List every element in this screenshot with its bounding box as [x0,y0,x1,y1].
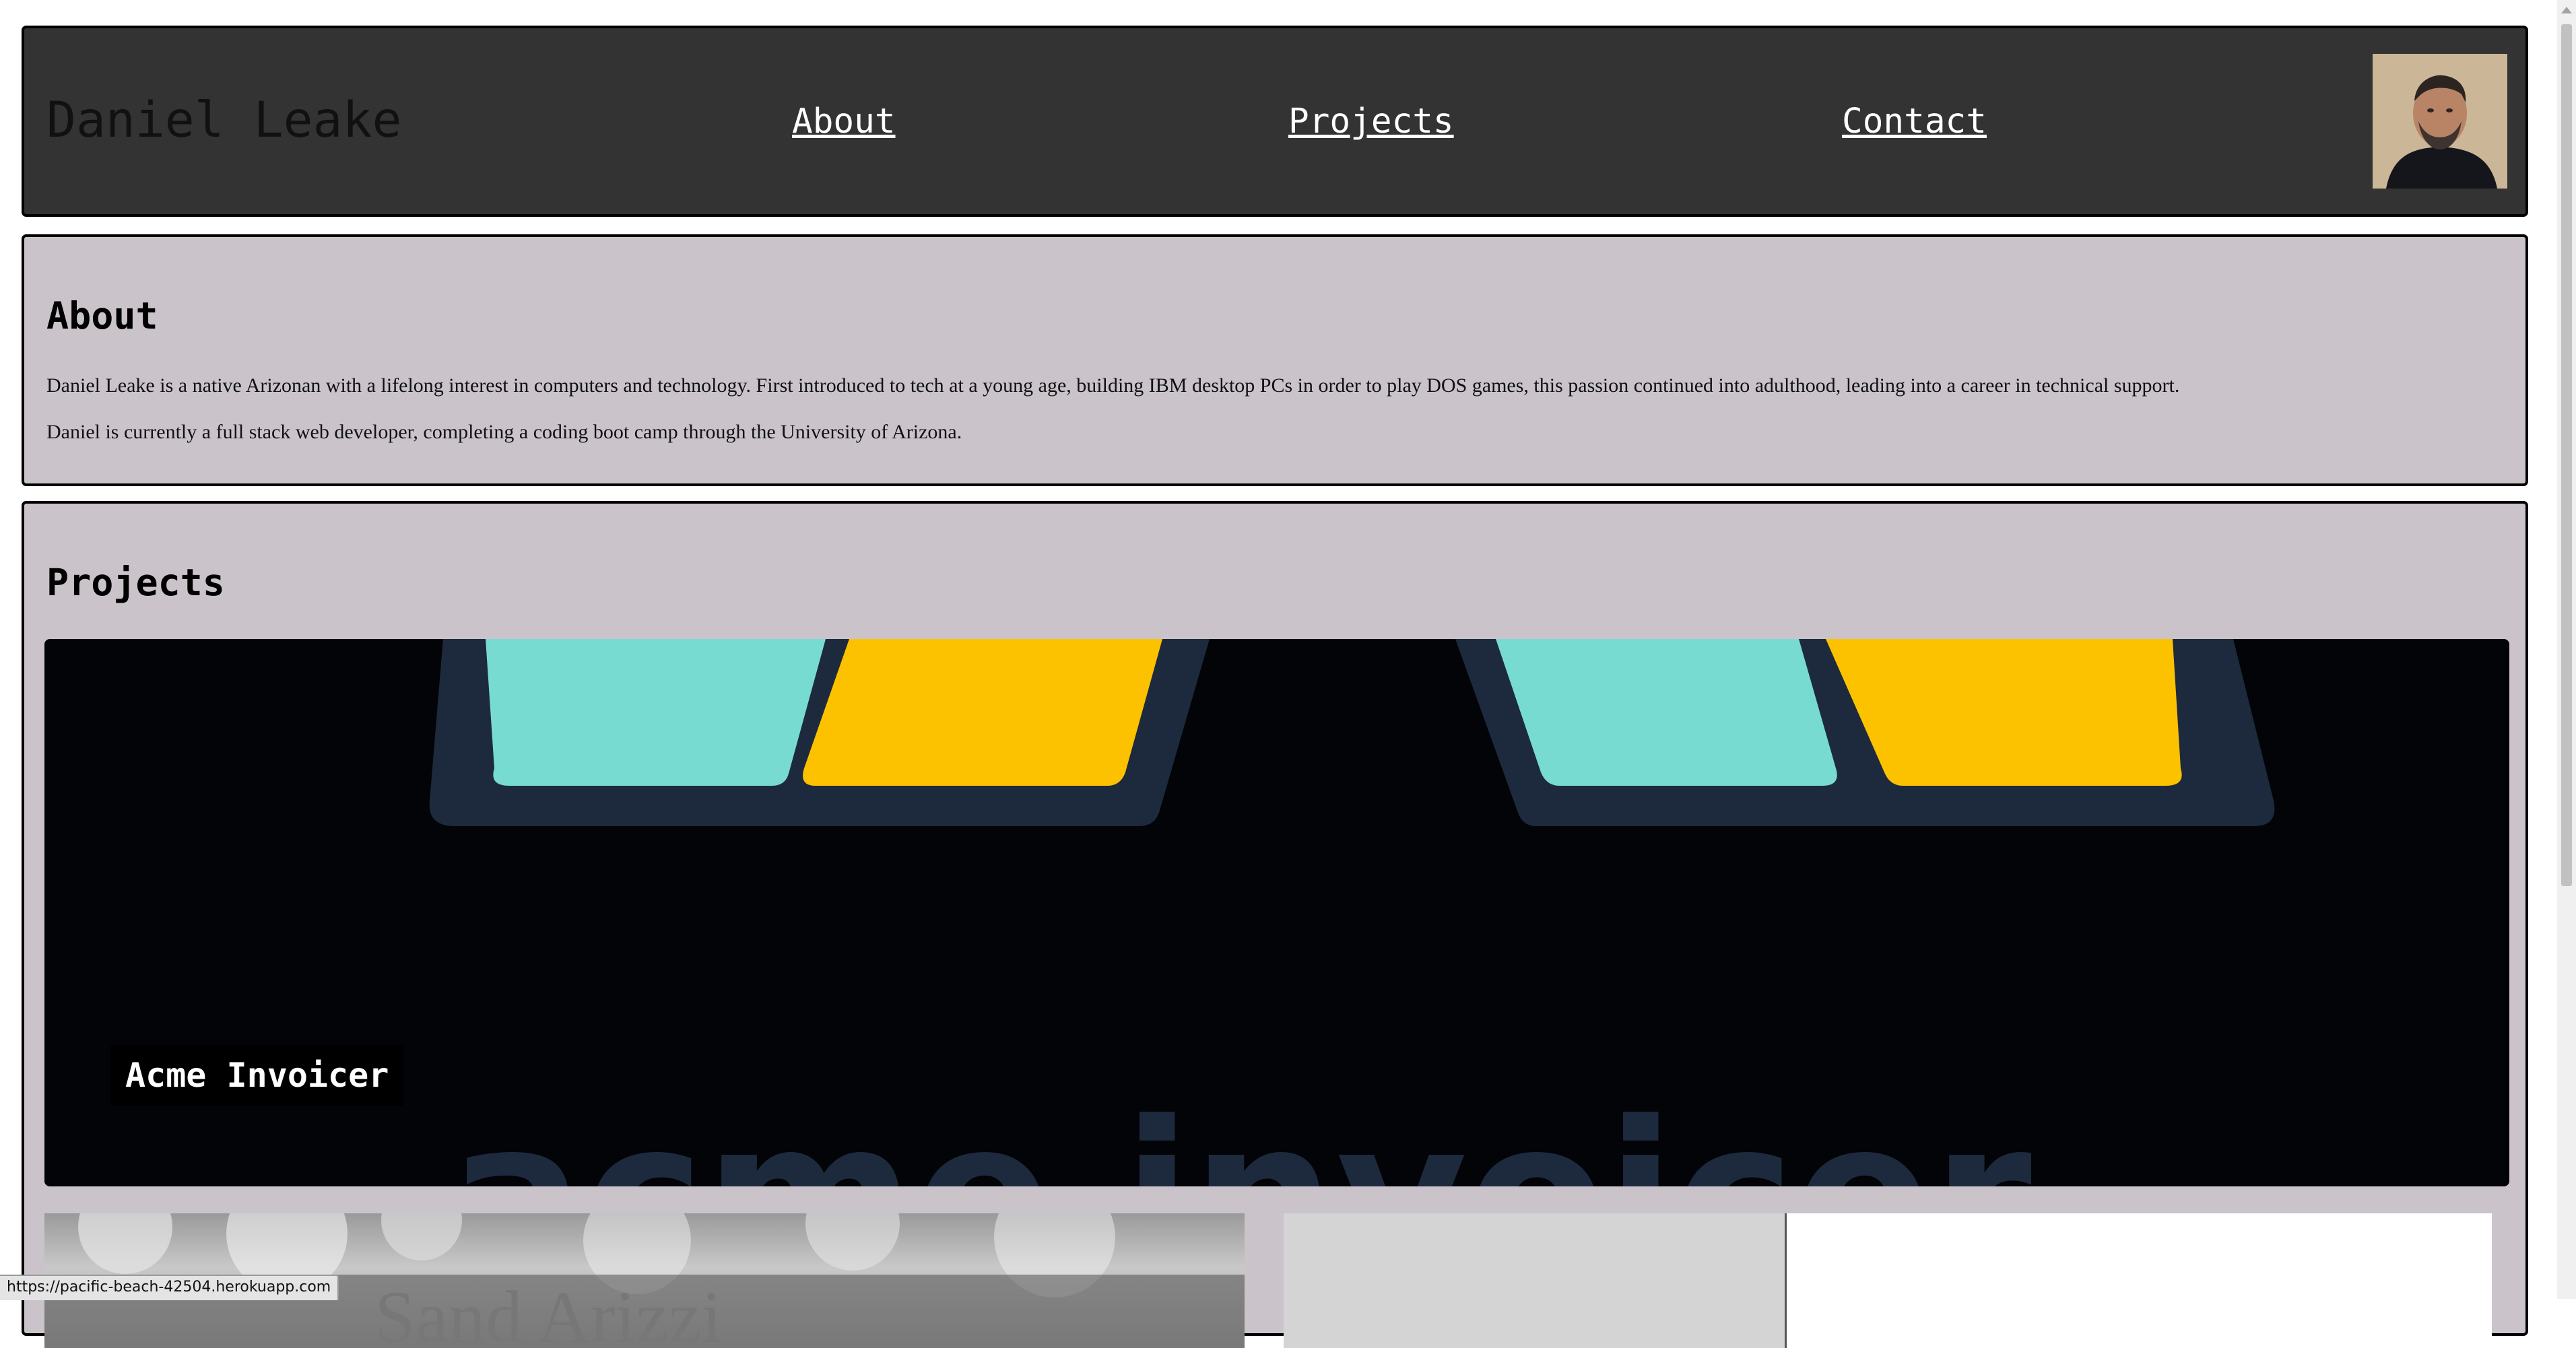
about-paragraph-1: Daniel Leake is a native Arizonan with a… [46,374,2180,397]
site-header: Daniel Leake About Projects Contact [22,26,2528,217]
projects-section: Projects acme invoicer Acme Invoicer San… [22,501,2528,1348]
profile-photo-icon [2373,54,2507,189]
project-label: Acme Invoicer [110,1045,404,1106]
nav-link-about[interactable]: About [792,104,896,139]
scroll-thumb[interactable] [2561,24,2572,886]
about-title: About [46,294,158,337]
about-paragraph-2: Daniel is currently a full stack web dev… [46,421,962,443]
logo-text: acme invoicer [449,1078,2033,1186]
nav-link-projects[interactable]: Projects [1288,104,1454,139]
avatar [2373,54,2507,189]
project-2-title: Sand Arizzi [374,1276,723,1348]
nav-link-contact[interactable]: Contact [1842,104,1987,139]
scroll-up-icon[interactable] [2561,7,2572,13]
status-bar-url: https://pacific-beach-42504.herokuapp.co… [0,1275,339,1300]
project-card-3[interactable] [1284,1213,2492,1348]
about-section: About Daniel Leake is a native Arizonan … [22,234,2528,486]
project-3-panel [1785,1213,2492,1348]
projects-title: Projects [46,561,225,604]
project-card-acme-invoicer[interactable]: acme invoicer Acme Invoicer [44,639,2509,1186]
page-scrollbar[interactable] [2557,0,2576,1299]
acme-invoicer-logo-icon: acme invoicer [429,639,2275,1186]
site-title: Daniel Leake [46,92,402,149]
